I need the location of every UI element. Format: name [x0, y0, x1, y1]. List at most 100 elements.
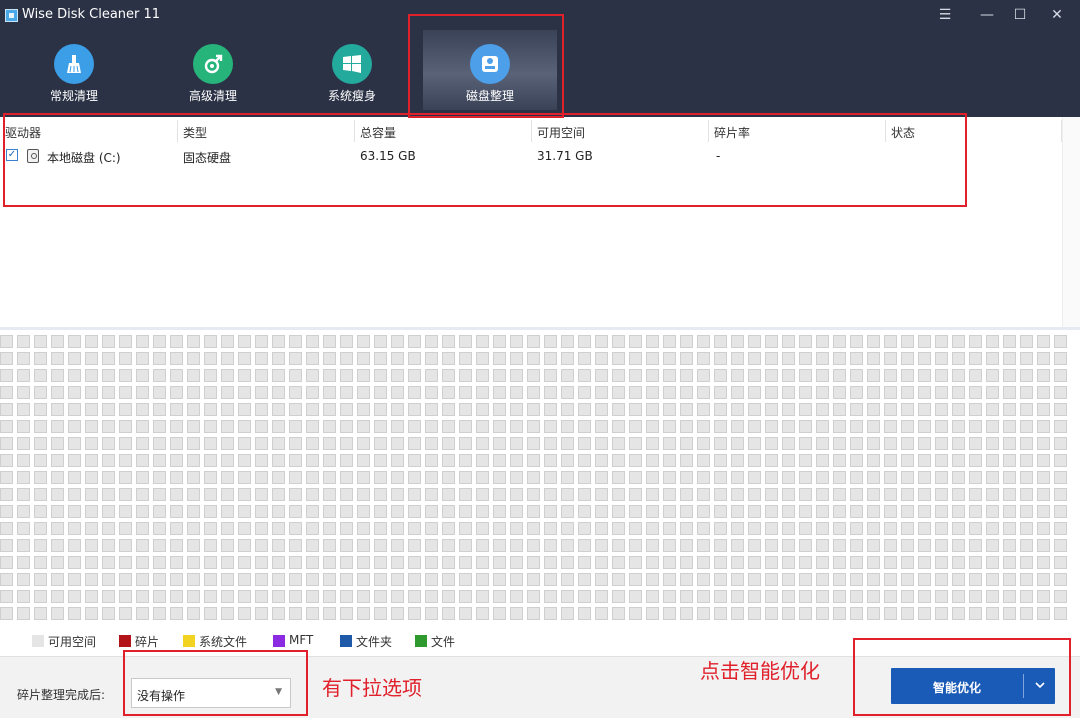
disk-block [646, 556, 659, 569]
disk-block [459, 335, 472, 348]
column-divider[interactable] [708, 120, 709, 142]
disk-block [459, 420, 472, 433]
disk-block [34, 539, 47, 552]
disk-block [646, 437, 659, 450]
disk-block [476, 386, 489, 399]
disk-block [51, 590, 64, 603]
column-divider[interactable] [354, 120, 355, 142]
disk-block [340, 488, 353, 501]
disk-block [765, 335, 778, 348]
disk-block [510, 607, 523, 620]
tab-advanced-clean[interactable]: 高级清理 [144, 30, 282, 110]
disk-block [612, 369, 625, 382]
column-header-fragmentation[interactable]: 碎片率 [714, 124, 750, 141]
disk-block [238, 403, 251, 416]
disk-block [238, 505, 251, 518]
disk-block [544, 420, 557, 433]
table-scrollbar[interactable] [1062, 117, 1080, 327]
smart-optimize-button[interactable]: 智能优化 [891, 668, 1055, 704]
disk-block [102, 590, 115, 603]
column-header-status[interactable]: 状态 [891, 124, 915, 141]
disk-block [646, 420, 659, 433]
disk-block [986, 471, 999, 484]
disk-block [629, 522, 642, 535]
disk-block [1037, 369, 1050, 382]
disk-block [357, 471, 370, 484]
disk-block [1054, 420, 1067, 433]
disk-block [1003, 437, 1016, 450]
disk-block [544, 556, 557, 569]
disk-block [255, 471, 268, 484]
disk-block [578, 607, 591, 620]
after-defrag-select-value: 没有操作 [137, 689, 186, 703]
disk-block [646, 590, 659, 603]
disk-block [136, 403, 149, 416]
disk-block [1037, 590, 1050, 603]
disk-block [714, 369, 727, 382]
minimize-button[interactable]: — [972, 2, 1002, 28]
drive-name[interactable]: 本地磁盘 (C:) [47, 149, 121, 166]
disk-block [187, 505, 200, 518]
disk-block [748, 539, 761, 552]
drive-checkbox[interactable]: ✓ [6, 149, 18, 161]
disk-block [714, 420, 727, 433]
column-header-free-space[interactable]: 可用空间 [537, 124, 585, 141]
column-header-drive[interactable]: 驱动器 [5, 124, 41, 141]
disk-block [323, 352, 336, 365]
disk-block [153, 522, 166, 535]
column-divider[interactable] [885, 120, 886, 142]
disk-block [187, 607, 200, 620]
disk-block [765, 369, 778, 382]
disk-block [850, 420, 863, 433]
disk-block [918, 454, 931, 467]
disk-block [816, 403, 829, 416]
disk-block [578, 403, 591, 416]
column-header-type[interactable]: 类型 [183, 124, 207, 141]
disk-block [884, 607, 897, 620]
disk-block [1054, 471, 1067, 484]
disk-block [255, 522, 268, 535]
disk-block [629, 488, 642, 501]
disk-block [391, 488, 404, 501]
disk-block [510, 573, 523, 586]
disk-block [578, 420, 591, 433]
disk-block [51, 505, 64, 518]
column-header-capacity[interactable]: 总容量 [360, 124, 396, 141]
disk-block [884, 471, 897, 484]
disk-block [374, 352, 387, 365]
tab-normal-clean[interactable]: 常规清理 [5, 30, 143, 110]
disk-block [646, 352, 659, 365]
disk-block [187, 590, 200, 603]
disk-block [493, 539, 506, 552]
menu-icon[interactable]: ☰ [930, 2, 960, 28]
after-defrag-select[interactable]: 没有操作 ▼ [131, 678, 291, 708]
disk-block [969, 335, 982, 348]
disk-block [85, 488, 98, 501]
disk-block [442, 335, 455, 348]
disk-block [595, 505, 608, 518]
disk-block [731, 573, 744, 586]
disk-block [1020, 505, 1033, 518]
chevron-down-icon[interactable] [1024, 668, 1055, 704]
tab-system-slim[interactable]: 系统瘦身 [283, 30, 421, 110]
disk-block [731, 488, 744, 501]
disk-block [527, 522, 540, 535]
disk-block [425, 539, 438, 552]
disk-block [799, 420, 812, 433]
disk-block [663, 352, 676, 365]
tab-disk-defrag[interactable]: 磁盘整理 [423, 30, 557, 110]
column-divider[interactable] [531, 120, 532, 142]
disk-block [102, 437, 115, 450]
disk-block [34, 471, 47, 484]
disk-block [408, 352, 421, 365]
column-divider[interactable] [177, 120, 178, 142]
disk-block [952, 522, 965, 535]
disk-block [544, 335, 557, 348]
disk-block [884, 352, 897, 365]
close-button[interactable]: ✕ [1042, 2, 1072, 28]
disk-block [289, 505, 302, 518]
maximize-button[interactable]: ☐ [1005, 2, 1035, 28]
disk-block [408, 335, 421, 348]
disk-block [272, 488, 285, 501]
disk-block [374, 420, 387, 433]
